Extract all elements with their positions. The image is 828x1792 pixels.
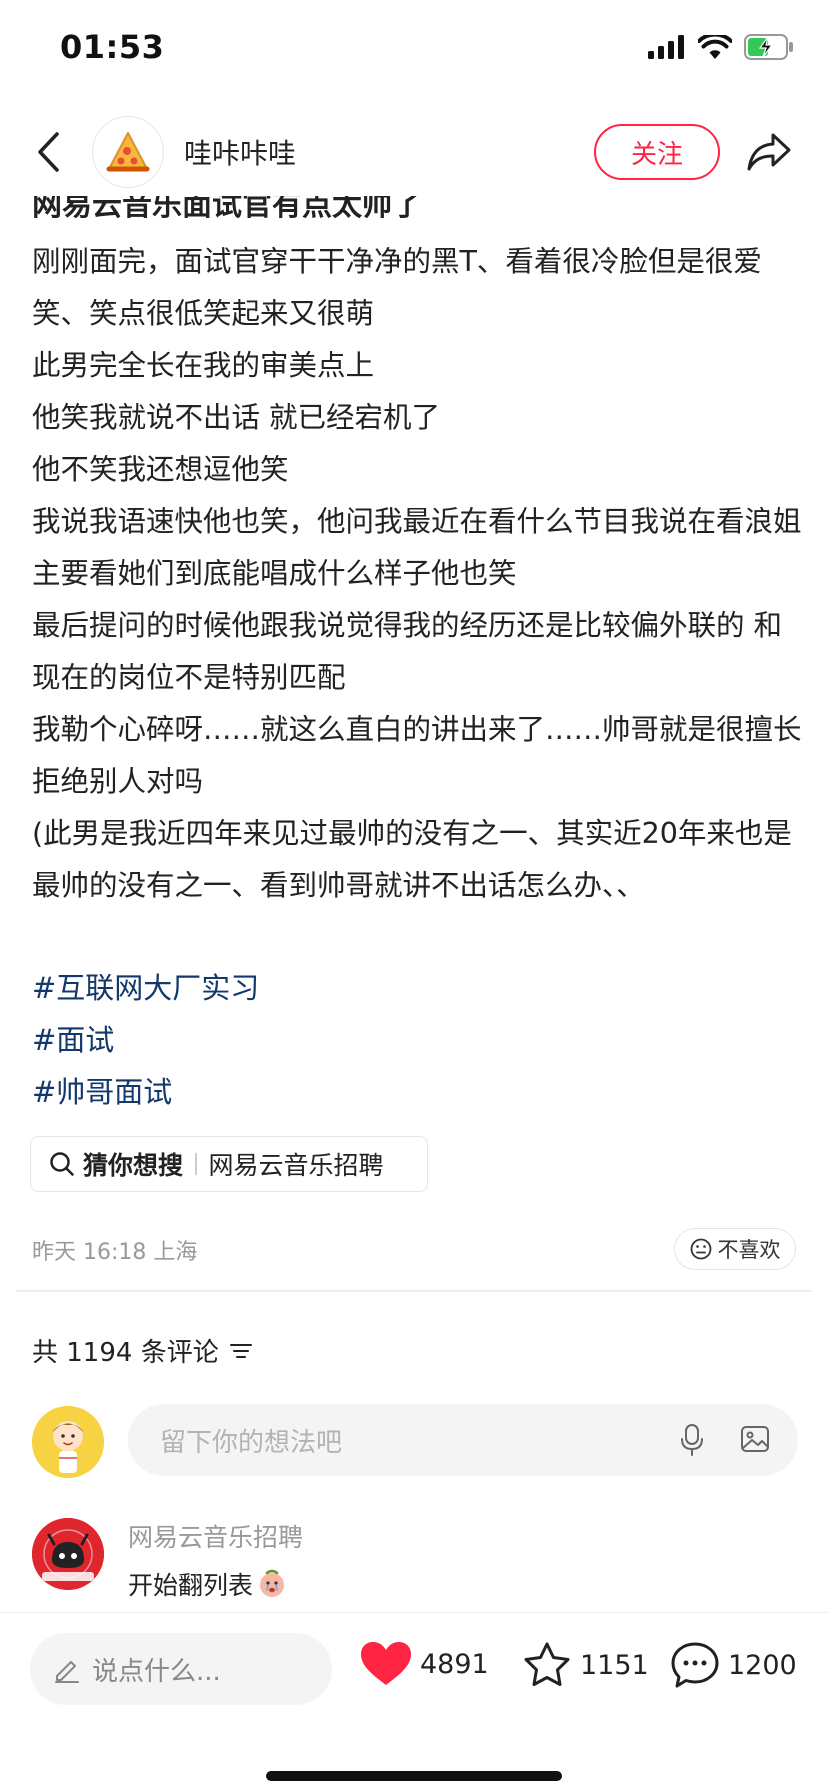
search-chip-divider bbox=[195, 1153, 197, 1175]
post-paragraph: 他不笑我还想逗他笑 bbox=[32, 453, 289, 486]
chevron-left-icon bbox=[38, 132, 59, 172]
comment-bubble-icon bbox=[671, 1642, 719, 1688]
comment-author[interactable]: 网易云音乐招聘 bbox=[128, 1518, 303, 1554]
comment-count: 共 1194 条评论 bbox=[32, 1338, 219, 1368]
back-button[interactable] bbox=[28, 126, 68, 178]
post-meta: 昨天 16:18 上海 bbox=[32, 1240, 198, 1265]
post-header: 哇咔咔哇 关注 bbox=[0, 108, 828, 196]
my-avatar bbox=[32, 1406, 104, 1478]
home-indicator[interactable] bbox=[266, 1771, 562, 1781]
like-button[interactable]: 4891 bbox=[360, 1641, 489, 1687]
status-icons bbox=[648, 34, 794, 60]
post-paragraph: 我说我语速快他也笑，他问我最近在看什么节目我说在看浪姐主要看她们到底能唱成什么样… bbox=[32, 505, 802, 590]
related-search-chip[interactable]: 猜你想搜 网易云音乐招聘 bbox=[30, 1136, 428, 1192]
share-icon bbox=[747, 133, 791, 171]
search-chip-query: 网易云音乐招聘 bbox=[208, 1151, 384, 1180]
author-name[interactable]: 哇咔咔哇 bbox=[184, 132, 296, 172]
post-paragraph: 我勒个心碎呀……就这么直白的讲出来了……帅哥就是很擅长拒绝别人对吗 bbox=[32, 713, 802, 798]
comment-text-content: 开始翻列表 bbox=[128, 1571, 254, 1600]
battery-charging-icon bbox=[744, 34, 793, 60]
follow-button[interactable]: 关注 bbox=[594, 124, 720, 180]
say-something-placeholder: 说点什么... bbox=[92, 1656, 221, 1687]
say-something-input[interactable]: 说点什么... bbox=[30, 1633, 332, 1705]
tag-link[interactable]: #帅哥面试 bbox=[32, 1066, 259, 1118]
collect-count: 1151 bbox=[580, 1649, 649, 1681]
crying-face-emoji-icon bbox=[260, 1569, 285, 1597]
post-paragraph: 此男完全长在我的审美点上 bbox=[32, 349, 375, 382]
author-avatar[interactable] bbox=[92, 116, 164, 188]
collect-button[interactable]: 1151 bbox=[522, 1641, 649, 1689]
dislike-button[interactable]: 不喜欢 bbox=[674, 1228, 796, 1270]
neutral-face-icon bbox=[690, 1238, 711, 1260]
signal-icon bbox=[648, 35, 684, 59]
dislike-label: 不喜欢 bbox=[717, 1238, 781, 1262]
heart-filled-icon bbox=[361, 1642, 411, 1685]
star-outline-icon bbox=[524, 1642, 570, 1686]
post-paragraph: 最后提问的时候他跟我说觉得我的经历还是比较偏外联的 和现在的岗位不是特别匹配 bbox=[32, 609, 783, 694]
comment-count-sort[interactable]: 共 1194 条评论 bbox=[32, 1332, 253, 1369]
comment-text: 开始翻列表 bbox=[128, 1566, 287, 1602]
cartoon-avatar-icon bbox=[32, 1406, 104, 1478]
commenter-avatar[interactable] bbox=[32, 1518, 104, 1590]
bottom-action-bar: 说点什么... 4891 1151 1200 bbox=[0, 1612, 828, 1792]
comment-input-placeholder: 留下你的想法吧 bbox=[160, 1427, 343, 1458]
post-body: 刚刚面完，面试官穿干干净净的黑T、看着很冷脸但是很爱笑、笑点很低笑起来又很萌 此… bbox=[32, 236, 802, 912]
netease-cloud-music-logo-icon bbox=[32, 1518, 104, 1590]
wifi-icon bbox=[698, 35, 732, 59]
search-chip-label: 猜你想搜 bbox=[83, 1151, 184, 1180]
sort-icon bbox=[229, 1343, 252, 1358]
status-time: 01:53 bbox=[60, 28, 165, 66]
post-paragraph: 他笑我就说不出话 就已经宕机了 bbox=[32, 401, 441, 434]
comment-total: 1200 bbox=[728, 1649, 797, 1681]
microphone-icon[interactable] bbox=[680, 1424, 704, 1456]
share-button[interactable] bbox=[744, 128, 794, 176]
pencil-icon bbox=[55, 1661, 79, 1683]
comment-input[interactable]: 留下你的想法吧 bbox=[128, 1404, 798, 1476]
tag-link[interactable]: #面试 bbox=[32, 1014, 259, 1066]
tag-list: #互联网大厂实习 #面试 #帅哥面试 bbox=[32, 962, 259, 1118]
like-count: 4891 bbox=[420, 1648, 489, 1680]
post-paragraph: 刚刚面完，面试官穿干干净净的黑T、看着很冷脸但是很爱笑、笑点很低笑起来又很萌 bbox=[32, 245, 762, 330]
image-icon[interactable] bbox=[740, 1424, 770, 1454]
status-bar: 01:53 bbox=[0, 0, 828, 100]
search-icon bbox=[50, 1152, 74, 1176]
comment-button[interactable]: 1200 bbox=[670, 1641, 797, 1689]
tag-link[interactable]: #互联网大厂实习 bbox=[32, 962, 259, 1014]
post-paragraph: (此男是我近四年来见过最帅的没有之一、其实近20年来也是最帅的没有之一、看到帅哥… bbox=[32, 817, 792, 902]
section-divider bbox=[16, 1290, 812, 1292]
pizza-icon bbox=[106, 132, 150, 172]
